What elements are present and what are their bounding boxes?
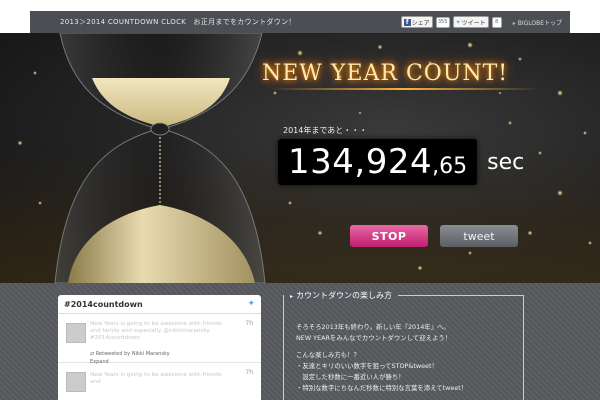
tweet-share-button[interactable]: ✦ ツイート bbox=[452, 16, 489, 28]
countdown-unit: sec bbox=[487, 149, 525, 175]
facebook-share-count: 355 bbox=[435, 16, 450, 28]
how-to-enjoy-title: ▸ カウントダウンの楽しみ方 bbox=[284, 290, 399, 301]
hashtag-title[interactable]: #2014countdown bbox=[64, 300, 143, 309]
tweet-time[interactable]: 7h bbox=[245, 320, 253, 327]
facebook-share-label: シェア bbox=[411, 19, 430, 27]
retweeted-by: ⇄ Retweeted by Nikki Maransky bbox=[90, 351, 170, 357]
bullet-icon: ▸ bbox=[290, 293, 294, 300]
tweet-item[interactable]: 7h New Years is going to be awesome with… bbox=[58, 363, 261, 400]
biglobe-top-label: BIGLOBEトップ bbox=[517, 19, 562, 27]
top-bar: 2013＞2014 COUNTDOWN CLOCK お正月までをカウントダウン！… bbox=[30, 11, 570, 33]
retweeted-by-text: Retweeted by Nikki Maransky bbox=[95, 351, 170, 357]
until-2014-label: 2014年まであと・・・ bbox=[283, 126, 368, 135]
tweet-time[interactable]: 7h bbox=[245, 369, 253, 376]
facebook-share-button[interactable]: f シェア bbox=[400, 16, 433, 28]
twitter-bird-icon: ✦ bbox=[455, 18, 461, 26]
countdown-fraction: 65 bbox=[439, 154, 468, 179]
how-to-enjoy-title-text: カウントダウンの楽しみ方 bbox=[296, 291, 393, 300]
lower-section: #2014countdown ✦ 7h New Years is going t… bbox=[0, 283, 600, 400]
biglobe-top-link[interactable]: ▸ BIGLOBEトップ bbox=[513, 18, 562, 27]
countdown-number-box: 134,924, 65 bbox=[278, 139, 478, 185]
tweet-share-label: ツイート bbox=[461, 19, 486, 27]
tweet-item[interactable]: 7h New Years is going to be awesome with… bbox=[58, 314, 261, 365]
twitter-bird-icon[interactable]: ✦ bbox=[247, 299, 255, 309]
hero-countdown: NEW YEAR COUNT! 2014年まであと・・・ 134,924, 65 … bbox=[0, 33, 600, 283]
tweet-text: New Years is going to be awesome with fr… bbox=[90, 321, 222, 341]
site-title: 2013＞2014 COUNTDOWN CLOCK お正月までをカウントダウン！ bbox=[60, 18, 296, 26]
enjoy-line: 設定した秒数に一番近い人が勝ち！ bbox=[296, 373, 405, 381]
tweet-button[interactable]: tweet bbox=[440, 225, 518, 247]
twitter-widget-header: #2014countdown ✦ bbox=[58, 295, 261, 314]
tweet-text: New Years is going to be awesome with fr… bbox=[90, 372, 222, 385]
enjoy-line: NEW YEARをみんなでカウントダウンして迎えよう！ bbox=[296, 334, 452, 342]
enjoy-line: こんな楽しみ方も！？ bbox=[296, 351, 360, 359]
enjoy-line: ・友達とキリのいい数字を狙ってSTOP&tweet！ bbox=[296, 362, 438, 370]
countdown-seconds: 134,924 bbox=[288, 142, 433, 182]
share-area: f シェア 355 ✦ ツイート 8 ▸ BIGLOBEトップ bbox=[400, 16, 570, 28]
page: 2013＞2014 COUNTDOWN CLOCK お正月までをカウントダウン！… bbox=[0, 0, 600, 400]
arrow-right-icon: ▸ bbox=[512, 19, 516, 27]
avatar[interactable] bbox=[66, 323, 86, 343]
new-year-count-banner: NEW YEAR COUNT! bbox=[262, 61, 509, 86]
facebook-icon: f bbox=[403, 18, 411, 26]
enjoy-line: そろそろ2013年も終わり。新しい年『2014年』へ。 bbox=[296, 323, 450, 331]
banner-glow-line bbox=[270, 88, 540, 90]
tweet-share-count: 8 bbox=[491, 16, 502, 28]
twitter-widget: #2014countdown ✦ 7h New Years is going t… bbox=[58, 295, 261, 400]
countdown-separator: , bbox=[432, 154, 440, 179]
how-to-enjoy-panel: ▸ カウントダウンの楽しみ方 そろそろ2013年も終わり。新しい年『2014年』へ… bbox=[283, 290, 524, 400]
enjoy-line: ・特別な数字にちなんだ秒数に特別な言葉を添えてtweet！ bbox=[296, 384, 468, 392]
avatar[interactable] bbox=[66, 372, 86, 392]
stop-button[interactable]: STOP bbox=[350, 225, 428, 247]
countdown-counter: 134,924, 65 sec bbox=[278, 137, 524, 187]
